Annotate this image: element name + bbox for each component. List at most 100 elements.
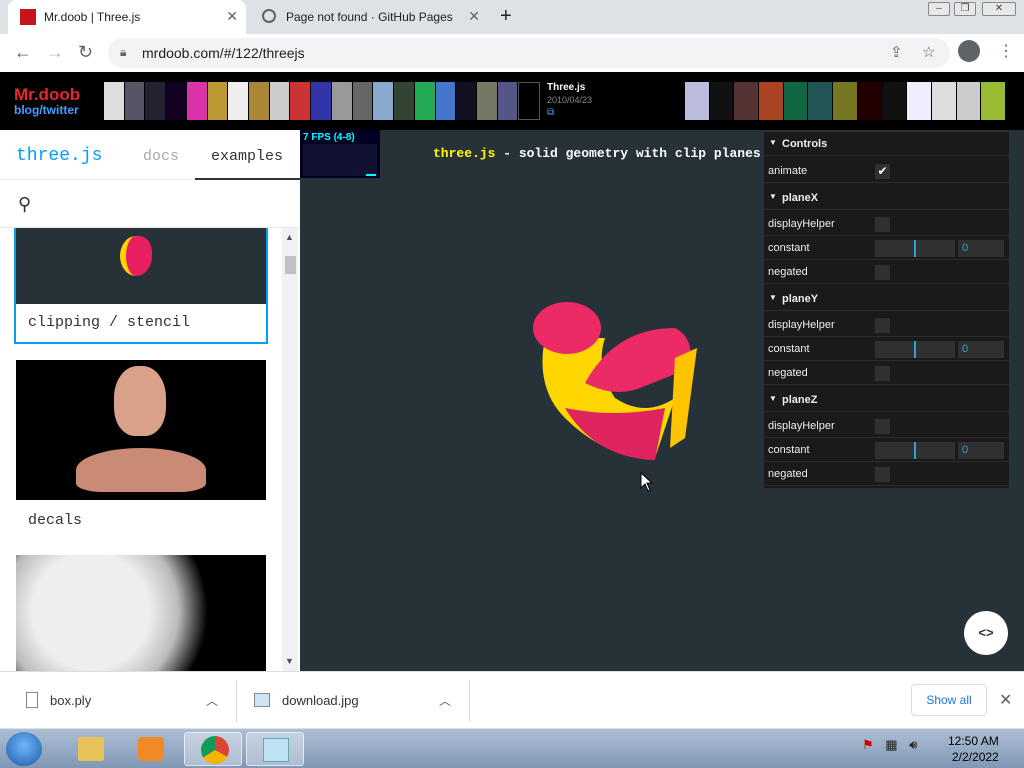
project-thumbnail[interactable] bbox=[435, 82, 456, 120]
constant-value-field[interactable]: 0 bbox=[958, 341, 1004, 358]
constant-slider[interactable] bbox=[875, 442, 955, 459]
project-thumbnail[interactable] bbox=[394, 82, 414, 120]
share-icon[interactable]: ⇪ bbox=[890, 43, 903, 61]
project-thumbnail[interactable] bbox=[685, 82, 709, 120]
sidebar-scrollbar[interactable]: ▲ ▼ bbox=[282, 228, 298, 671]
tab-docs[interactable]: docs bbox=[143, 148, 179, 165]
profile-avatar-icon[interactable] bbox=[958, 40, 980, 62]
close-tab-icon[interactable]: ✕ bbox=[468, 8, 480, 25]
project-thumbnail[interactable] bbox=[249, 82, 269, 120]
project-thumbnail[interactable] bbox=[981, 82, 1005, 120]
sidebar-title[interactable]: three.js bbox=[16, 146, 102, 166]
project-thumbnail[interactable] bbox=[145, 82, 166, 120]
project-thumbnail[interactable] bbox=[207, 82, 228, 120]
planez-folder-header[interactable]: ▼ planeZ bbox=[764, 388, 1009, 412]
project-thumbnail[interactable] bbox=[734, 82, 759, 120]
display-helper-checkbox[interactable] bbox=[875, 217, 890, 232]
example-card-selected[interactable]: clipping / stencil bbox=[14, 228, 268, 344]
negated-checkbox[interactable] bbox=[875, 467, 890, 482]
clock-time[interactable]: 12:50 AM bbox=[948, 734, 999, 748]
volume-icon[interactable]: 🔊︎ bbox=[909, 737, 917, 752]
project-thumbnail[interactable] bbox=[373, 82, 394, 120]
project-thumbnail[interactable] bbox=[931, 82, 956, 120]
action-center-icon[interactable]: ⚑ bbox=[862, 737, 874, 752]
back-icon[interactable]: ← bbox=[14, 42, 32, 63]
close-window-button[interactable]: ✕ bbox=[982, 2, 1016, 16]
tab-examples[interactable]: examples bbox=[211, 148, 283, 165]
project-thumbnail[interactable] bbox=[709, 82, 734, 120]
constant-value-field[interactable]: 0 bbox=[958, 442, 1004, 459]
project-thumbnail[interactable] bbox=[759, 82, 783, 120]
download-item[interactable]: download.jpg ︿ bbox=[254, 672, 464, 729]
project-thumbnail[interactable] bbox=[833, 82, 857, 120]
project-thumbnail[interactable] bbox=[783, 82, 808, 120]
project-thumbnail[interactable] bbox=[311, 82, 331, 120]
close-download-bar-icon[interactable]: ✕ bbox=[999, 690, 1012, 710]
threejs-link[interactable]: three.js bbox=[433, 146, 495, 161]
example-card[interactable] bbox=[16, 555, 266, 671]
taskbar-notepad[interactable] bbox=[246, 732, 304, 766]
scrollbar-thumb[interactable] bbox=[285, 256, 296, 274]
project-thumbnail[interactable] bbox=[414, 82, 435, 120]
project-title[interactable]: Three.js bbox=[547, 82, 585, 93]
tab-mrdoob[interactable]: Mr.doob | Three.js ✕ bbox=[8, 0, 246, 34]
animate-checkbox[interactable]: ✔ bbox=[875, 164, 890, 179]
view-source-button[interactable]: <> bbox=[964, 611, 1008, 655]
project-thumbnail[interactable] bbox=[907, 82, 931, 120]
constant-slider[interactable] bbox=[875, 240, 955, 257]
project-thumbnail[interactable] bbox=[186, 82, 207, 120]
tab-github-pages[interactable]: Page not found · GitHub Pages ✕ bbox=[250, 0, 488, 34]
project-thumbnail[interactable] bbox=[228, 82, 249, 120]
blog-twitter-link[interactable]: blog/twitter bbox=[14, 103, 79, 117]
mrdoob-logo[interactable]: Mr.doob bbox=[14, 85, 80, 105]
browser-menu-icon[interactable]: ⋮ bbox=[998, 41, 1014, 61]
minimize-button[interactable]: – bbox=[928, 2, 950, 16]
taskbar-explorer[interactable] bbox=[62, 732, 120, 766]
project-thumbnail[interactable] bbox=[882, 82, 907, 120]
scroll-up-icon[interactable]: ▲ bbox=[285, 232, 294, 242]
controls-folder-header[interactable]: ▼ Controls bbox=[764, 132, 1009, 156]
taskbar-chrome[interactable] bbox=[184, 732, 242, 766]
scroll-down-icon[interactable]: ▼ bbox=[285, 656, 294, 666]
display-helper-checkbox[interactable] bbox=[875, 419, 890, 434]
project-thumbnail[interactable] bbox=[518, 82, 541, 120]
project-thumbnail[interactable] bbox=[497, 82, 518, 120]
clock-date[interactable]: 2/2/2022 bbox=[952, 750, 999, 764]
download-item[interactable]: box.ply ︿ bbox=[22, 672, 232, 729]
chevron-up-icon[interactable]: ︿ bbox=[206, 692, 218, 709]
taskbar-media-player[interactable] bbox=[122, 732, 180, 766]
negated-checkbox[interactable] bbox=[875, 265, 890, 280]
planey-folder-header[interactable]: ▼ planeY bbox=[764, 287, 1009, 311]
planex-folder-header[interactable]: ▼ planeX bbox=[764, 186, 1009, 210]
project-thumbnail[interactable] bbox=[104, 82, 124, 120]
restore-button[interactable]: ❐ bbox=[954, 2, 976, 16]
project-thumbnail[interactable] bbox=[857, 82, 882, 120]
close-tab-icon[interactable]: ✕ bbox=[226, 8, 238, 25]
project-thumbnail[interactable] bbox=[124, 82, 145, 120]
bookmark-star-icon[interactable]: ☆ bbox=[922, 43, 935, 61]
project-thumbnail[interactable] bbox=[808, 82, 833, 120]
project-thumbnail[interactable] bbox=[956, 82, 981, 120]
project-thumbnail[interactable] bbox=[269, 82, 290, 120]
address-bar[interactable]: 🔒︎ mrdoob.com/#/122/threejs ⇪ ☆ bbox=[108, 38, 950, 68]
project-thumbnail[interactable] bbox=[476, 82, 497, 120]
constant-value-field[interactable]: 0 bbox=[958, 240, 1004, 257]
project-thumbnail[interactable] bbox=[166, 82, 186, 120]
example-card[interactable]: decals bbox=[16, 360, 266, 540]
project-thumbnail[interactable] bbox=[456, 82, 476, 120]
constant-slider[interactable] bbox=[875, 341, 955, 358]
negated-checkbox[interactable] bbox=[875, 366, 890, 381]
network-icon[interactable]: ▦ bbox=[885, 737, 897, 752]
external-link-icon[interactable]: ⧉ bbox=[547, 107, 554, 118]
chevron-up-icon[interactable]: ︿ bbox=[439, 692, 451, 709]
new-tab-button[interactable]: + bbox=[500, 5, 512, 28]
project-thumbnail[interactable] bbox=[290, 82, 311, 120]
display-helper-checkbox[interactable] bbox=[875, 318, 890, 333]
search-field[interactable]: ⚲ bbox=[0, 180, 300, 228]
project-thumbnail[interactable] bbox=[331, 82, 352, 120]
forward-icon[interactable]: → bbox=[46, 42, 64, 63]
show-all-button[interactable]: Show all bbox=[911, 684, 987, 716]
reload-icon[interactable]: ↻ bbox=[78, 42, 93, 63]
project-thumbnail[interactable] bbox=[352, 82, 373, 120]
start-button[interactable] bbox=[6, 732, 42, 766]
